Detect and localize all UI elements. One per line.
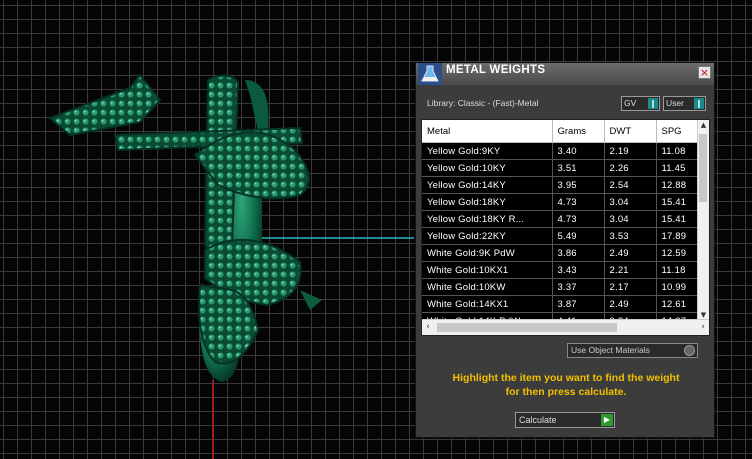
grams-cell: 3.95 [552, 176, 605, 194]
use-object-materials-label: Use Object Materials [571, 345, 650, 355]
vertical-scroll-thumb[interactable] [699, 134, 707, 202]
dwt-cell: 3.04 [604, 193, 657, 211]
library-label: Library: Classic - (Fast)-Metal [427, 98, 539, 108]
scroll-up-icon[interactable]: ▲ [698, 120, 709, 131]
close-icon: × [699, 66, 710, 79]
dwt-cell: 2.49 [604, 244, 657, 262]
metal-cell: Yellow Gold:10KY [422, 159, 553, 177]
spg-cell: 15.41 [656, 193, 701, 211]
spg-cell: 12.59 [656, 244, 701, 262]
table-row[interactable]: White Gold:10KX1 3.43 2.21 11.18 [422, 261, 701, 279]
metal-cell: White Gold:10KX1 [422, 261, 553, 279]
table-row[interactable]: Yellow Gold:18KY R... 4.73 3.04 15.41 [422, 210, 701, 228]
dwt-cell: 3.04 [604, 210, 657, 228]
window-title: METAL WEIGHTS [446, 64, 546, 76]
user-toggle[interactable]: User ❙ [663, 96, 706, 111]
metal-cell: Yellow Gold:18KY [422, 193, 553, 211]
dwt-cell: 2.49 [604, 295, 657, 313]
grams-cell: 3.86 [552, 244, 605, 262]
metal-cell: White Gold:10KW [422, 278, 553, 296]
flask-icon [418, 63, 442, 85]
grams-cell: 3.40 [552, 142, 605, 160]
play-arrow-icon: ▶ [601, 414, 613, 426]
grams-cell: 3.43 [552, 261, 605, 279]
spg-cell: 11.45 [656, 159, 701, 177]
column-header-metal[interactable]: Metal [422, 120, 553, 143]
vertical-scrollbar[interactable]: ▲ ▼ [697, 120, 709, 321]
table-row[interactable]: White Gold:9K PdW 3.86 2.49 12.59 [422, 244, 701, 262]
radio-indicator-icon [684, 345, 695, 356]
metal-table[interactable]: Metal Grams DWT SPG Yellow Gold:9KY 3.40 2… [421, 119, 710, 336]
spg-cell: 11.08 [656, 142, 701, 160]
close-button[interactable]: × [698, 66, 711, 79]
use-object-materials-toggle[interactable]: Use Object Materials [567, 343, 698, 358]
calculate-button[interactable]: Calculate ▶ [515, 412, 615, 428]
dwt-cell: 2.54 [604, 176, 657, 194]
scroll-left-icon[interactable]: ‹ [422, 320, 434, 335]
scroll-right-icon[interactable]: › [697, 320, 709, 335]
spg-cell: 17.89 [656, 227, 701, 245]
metal-cell: Yellow Gold:9KY [422, 142, 553, 160]
grams-cell: 3.37 [552, 278, 605, 296]
dwt-cell: 3.53 [604, 227, 657, 245]
spg-cell: 12.61 [656, 295, 701, 313]
metal-cell: White Gold:14KX1 [422, 295, 553, 313]
metal-cell: White Gold:9K PdW [422, 244, 553, 262]
metal-cell: Yellow Gold:22KY [422, 227, 553, 245]
calculate-label: Calculate [519, 415, 557, 425]
column-header-dwt[interactable]: DWT [604, 120, 657, 143]
grams-cell: 5.49 [552, 227, 605, 245]
table-header-row: Metal Grams DWT SPG [422, 120, 701, 143]
dwt-cell: 2.17 [604, 278, 657, 296]
table-row[interactable]: Yellow Gold:14KY 3.95 2.54 12.88 [422, 176, 701, 194]
title-bar[interactable]: METAL WEIGHTS × [416, 63, 714, 85]
gv-toggle[interactable]: GV ❙ [621, 96, 660, 111]
horizontal-scrollbar[interactable]: ‹ › [422, 319, 709, 335]
toggle-indicator-icon: ❙ [648, 98, 658, 109]
table-row[interactable]: White Gold:10KW 3.37 2.17 10.99 [422, 278, 701, 296]
spg-cell: 11.18 [656, 261, 701, 279]
table-row[interactable]: Yellow Gold:22KY 5.49 3.53 17.89 [422, 227, 701, 245]
grams-cell: 3.51 [552, 159, 605, 177]
dwt-cell: 2.19 [604, 142, 657, 160]
table-row[interactable]: Yellow Gold:9KY 3.40 2.19 11.08 [422, 142, 701, 160]
instructions-line-2: for then press calculate. [505, 386, 627, 398]
grams-cell: 3.87 [552, 295, 605, 313]
user-toggle-label: User [666, 98, 684, 108]
spg-cell: 15.41 [656, 210, 701, 228]
table-row[interactable]: Yellow Gold:10KY 3.51 2.26 11.45 [422, 159, 701, 177]
grams-cell: 4.73 [552, 193, 605, 211]
spg-cell: 12.88 [656, 176, 701, 194]
metal-cell: Yellow Gold:14KY [422, 176, 553, 194]
gv-toggle-label: GV [624, 98, 637, 108]
grams-cell: 4.73 [552, 210, 605, 228]
instructions-text: Highlight the item you want to find the … [424, 371, 708, 399]
toggle-indicator-icon: ❙ [694, 98, 704, 109]
dwt-cell: 2.26 [604, 159, 657, 177]
dwt-cell: 2.21 [604, 261, 657, 279]
instructions-line-1: Highlight the item you want to find the … [452, 372, 680, 384]
horizontal-scroll-thumb[interactable] [437, 323, 617, 332]
table-row[interactable]: Yellow Gold:18KY 4.73 3.04 15.41 [422, 193, 701, 211]
metal-weights-panel: METAL WEIGHTS × Library: Classic - (Fast… [415, 62, 715, 438]
column-header-spg[interactable]: SPG [656, 120, 701, 143]
column-header-grams[interactable]: Grams [552, 120, 605, 143]
metal-cell: Yellow Gold:18KY R... [422, 210, 553, 228]
table-row[interactable]: White Gold:14KX1 3.87 2.49 12.61 [422, 295, 701, 313]
spg-cell: 10.99 [656, 278, 701, 296]
